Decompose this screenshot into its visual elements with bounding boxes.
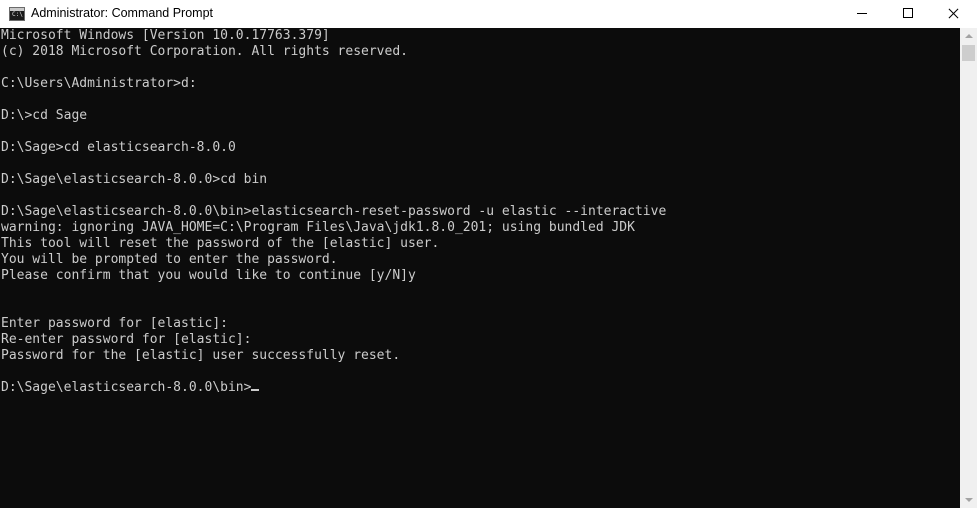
title-bar[interactable]: C:\ Administrator: Command Prompt	[0, 0, 977, 28]
minimize-button[interactable]	[839, 0, 885, 28]
console-line: D:\Sage\elasticsearch-8.0.0\bin>elastics…	[1, 204, 667, 219]
scroll-down-arrow-icon[interactable]	[960, 491, 977, 508]
console-line: Enter password for [elastic]:	[1, 316, 228, 331]
console-line: You will be prompted to enter the passwo…	[1, 252, 338, 267]
console-line: Re-enter password for [elastic]:	[1, 332, 252, 347]
console-output[interactable]: Microsoft Windows [Version 10.0.17763.37…	[1, 28, 959, 508]
command-prompt-window: C:\ Administrator: Command Prompt Micros…	[0, 0, 977, 508]
scroll-up-arrow-icon[interactable]	[960, 28, 977, 45]
console-line: D:\Sage>cd elasticsearch-8.0.0	[1, 140, 236, 155]
command-prompt-line[interactable]: D:\Sage\elasticsearch-8.0.0\bin>	[1, 380, 959, 396]
close-button[interactable]	[931, 0, 977, 28]
console-line: (c) 2018 Microsoft Corporation. All righ…	[1, 44, 408, 59]
window-title: Administrator: Command Prompt	[31, 6, 214, 20]
console-line: warning: ignoring JAVA_HOME=C:\Program F…	[1, 220, 635, 235]
console-line: D:\Sage\elasticsearch-8.0.0>cd bin	[1, 172, 268, 187]
cmd-icon[interactable]: C:\	[9, 7, 25, 21]
console-line: Microsoft Windows [Version 10.0.17763.37…	[1, 28, 330, 43]
scroll-thumb[interactable]	[962, 45, 975, 61]
console-line: This tool will reset the password of the…	[1, 236, 440, 251]
console-line: D:\>cd Sage	[1, 108, 88, 123]
vertical-scrollbar[interactable]	[960, 28, 977, 508]
cmd-icon-glyph: C:\	[12, 11, 23, 18]
maximize-button[interactable]	[885, 0, 931, 28]
text-cursor	[251, 389, 260, 391]
console-line: Password for the [elastic] user successf…	[1, 348, 401, 363]
prompt-text: D:\Sage\elasticsearch-8.0.0\bin>	[1, 380, 252, 395]
console-line: C:\Users\Administrator>d:	[1, 76, 197, 91]
console-line: Please confirm that you would like to co…	[1, 268, 416, 283]
